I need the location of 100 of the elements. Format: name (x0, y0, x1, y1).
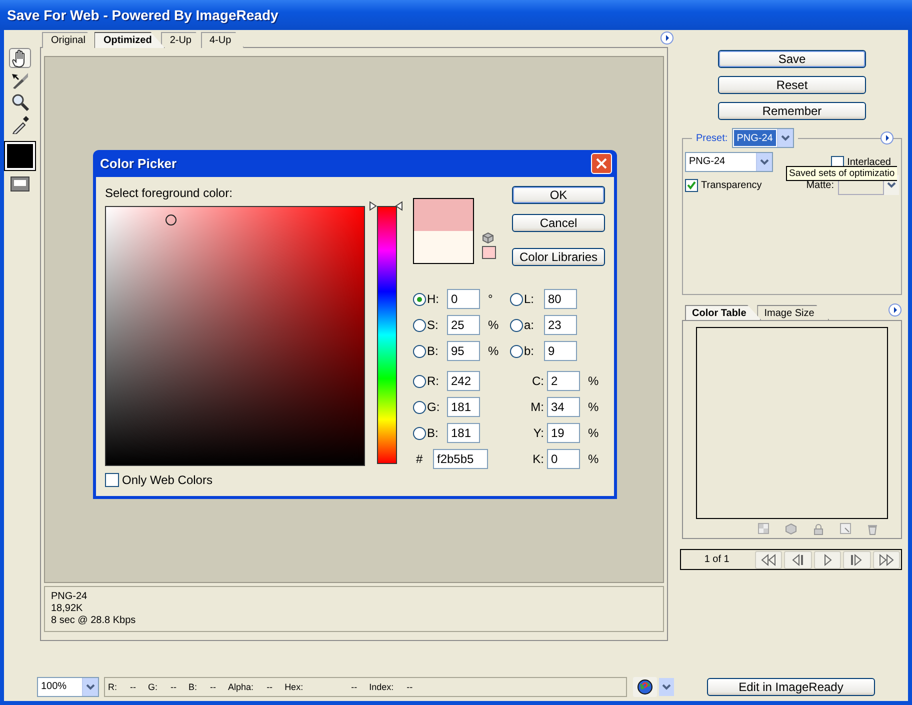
radio-button[interactable] (413, 318, 426, 332)
hand-tool-icon[interactable] (9, 48, 31, 68)
field-label: C: (531, 374, 545, 388)
action-button[interactable]: Save (718, 50, 866, 68)
readout-label: G: (148, 682, 158, 692)
dialog-button[interactable]: Color Libraries (512, 248, 605, 266)
input-field[interactable]: 242 (447, 371, 480, 391)
unit-label: % (488, 344, 500, 358)
dialog-button[interactable]: Cancel (512, 214, 605, 232)
first-page-button[interactable] (754, 550, 782, 568)
input-field[interactable]: 19 (547, 423, 580, 443)
next-page-button[interactable] (843, 550, 871, 568)
field-label: B: (427, 426, 440, 440)
action-button[interactable]: Remember (718, 102, 866, 120)
radio-button[interactable] (413, 426, 426, 440)
next-page-icon (849, 554, 864, 566)
browser-dropdown[interactable] (659, 678, 674, 696)
panel-tab[interactable]: Color Table (685, 305, 762, 320)
radio-button[interactable] (413, 374, 426, 388)
first-page-icon (760, 554, 776, 566)
field-label: a: (524, 318, 536, 332)
color-field[interactable] (105, 206, 365, 466)
info-text: PNG-24 (51, 591, 88, 603)
input-field[interactable]: 34 (547, 397, 580, 417)
preset-dropdown[interactable]: PNG-24 (732, 128, 794, 148)
view-tab[interactable]: Optimized (94, 32, 165, 48)
input-field[interactable]: 2 (547, 371, 580, 391)
radio-button[interactable] (510, 292, 523, 306)
field-label: H: (427, 292, 440, 306)
field-label: M: (530, 400, 545, 414)
field-label: S: (427, 318, 440, 332)
input-field[interactable]: 181 (447, 397, 480, 417)
matte-label: Matte: (806, 180, 834, 190)
dialog-title: Color Picker (100, 156, 177, 171)
preview-window-icon[interactable] (10, 176, 30, 192)
input-field[interactable]: 181 (447, 423, 480, 443)
input-field[interactable]: 0 (547, 449, 580, 469)
previous-page-icon (790, 554, 806, 566)
readout-value: -- (266, 682, 273, 692)
input-field[interactable]: f2b5b5 (433, 449, 488, 469)
unit-label: % (488, 318, 500, 332)
radio-button[interactable] (510, 318, 523, 332)
field-label: # (415, 452, 424, 466)
input-field[interactable]: 80 (544, 289, 577, 309)
web-safe-swatch[interactable] (482, 246, 496, 259)
tooltip: Saved sets of optimizatio (786, 166, 897, 181)
checkbox[interactable] (685, 178, 698, 192)
readout-value: -- (406, 682, 413, 692)
color-swatch[interactable] (5, 142, 35, 170)
readout-label: R: (108, 682, 117, 692)
color-marker[interactable] (165, 214, 176, 226)
unit-label: % (588, 400, 600, 414)
chevron-down-icon (760, 159, 769, 165)
input-field[interactable]: 25 (447, 315, 480, 335)
last-page-button[interactable] (872, 550, 900, 568)
dialog-button[interactable]: OK (512, 186, 605, 204)
unit-label: ° (488, 292, 494, 306)
readout-label: Index: (369, 682, 394, 692)
field-label: L: (524, 292, 536, 306)
zoom-dropdown[interactable]: 100% (37, 677, 99, 697)
unit-label: % (588, 426, 600, 440)
radio-button[interactable] (413, 400, 426, 414)
panel-tab[interactable]: Image Size (757, 305, 830, 320)
chevron-down-icon (887, 182, 896, 188)
checker-icon[interactable] (758, 523, 769, 534)
close-button[interactable] (591, 153, 612, 174)
input-field[interactable]: 0 (447, 289, 480, 309)
readout-label: Alpha: (228, 682, 254, 692)
prompt-text: Select foreground color: (105, 186, 234, 200)
slider-handle[interactable] (369, 201, 403, 211)
action-button[interactable]: Reset (718, 76, 866, 94)
field-label: B: (427, 344, 440, 358)
checkbox-label: Transparency (701, 180, 762, 190)
cube-icon[interactable] (482, 232, 494, 244)
view-tab[interactable]: 4-Up (200, 32, 244, 48)
info-text: 8 sec @ 28.8 Kbps (51, 615, 137, 627)
format-dropdown[interactable]: PNG-24 (685, 152, 773, 172)
browser-preview-button[interactable] (633, 677, 657, 697)
radio-button[interactable] (413, 344, 426, 358)
unit-label: % (588, 452, 600, 466)
input-field[interactable]: 95 (447, 341, 480, 361)
chevron-down-icon (86, 684, 95, 690)
edit-in-imageready-button[interactable]: Edit in ImageReady (707, 678, 875, 696)
radio-button[interactable] (510, 344, 523, 358)
preset-label: Preset: (696, 132, 728, 144)
unit-label: % (588, 374, 600, 388)
play-button[interactable] (814, 550, 842, 568)
checkbox[interactable] (105, 473, 119, 487)
previous-page-button[interactable] (784, 550, 812, 568)
readout-value: -- (170, 682, 177, 692)
field-label: b: (524, 344, 536, 358)
field-label: G: (427, 400, 441, 414)
close-icon (596, 158, 607, 169)
color-preview (413, 198, 474, 264)
last-page-icon (878, 554, 894, 566)
radio-button[interactable] (413, 292, 426, 306)
readout-label: B: (188, 682, 198, 692)
input-field[interactable]: 23 (544, 315, 577, 335)
input-field[interactable]: 9 (544, 341, 577, 361)
readout-value: -- (130, 682, 136, 692)
